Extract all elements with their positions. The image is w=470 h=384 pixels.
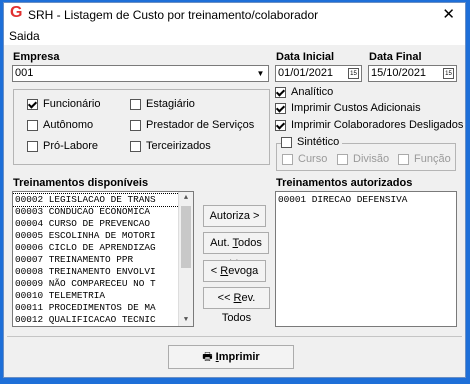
checkbox-colaboradores-desligados[interactable]: Imprimir Colaboradores Desligados [275,119,463,131]
calendar-icon[interactable]: 15 [443,68,454,79]
checkbox-label: Sintético [297,136,340,148]
menu-item-saida[interactable]: Saida [9,29,40,43]
close-icon[interactable]: ✕ [442,5,455,23]
checkbox-box[interactable] [275,86,286,98]
empresa-label: Empresa [13,51,60,63]
list-item[interactable]: 00001 DIRECAO DEFENSIVA [276,194,456,206]
menu-bar: Saida [4,27,465,45]
checkbox-curso[interactable]: Curso [282,153,327,165]
scroll-up-icon[interactable]: ▲ [179,192,193,204]
calendar-icon[interactable]: 15 [348,68,359,79]
checkbox-analitico[interactable]: Analítico [275,86,333,98]
data-final-field[interactable]: 15/10/2021 15 [368,65,457,82]
rev-todos-text-accel: R [233,292,242,304]
checkbox-box[interactable] [275,119,286,131]
disponiveis-label: Treinamentos disponíveis [13,177,149,189]
data-inicial-label: Data Inicial [276,51,335,63]
scroll-down-icon[interactable]: ▼ [179,314,193,326]
checkbox-box[interactable] [130,119,141,131]
checkbox-box[interactable] [282,153,293,165]
checkbox-box[interactable] [130,140,141,152]
checkbox-label: Imprimir Custos Adicionais [291,102,421,114]
list-item[interactable]: 00005 ESCOLINHA DE MOTORI [13,230,179,242]
revoga-button[interactable]: < Revoga [203,260,266,282]
empresa-combo[interactable]: 001 ▼ [12,65,269,82]
disponiveis-list[interactable]: 00002 LEGISLACAO DE TRANS 00003 CONDUCAO … [12,191,194,327]
checkbox-autonomo[interactable]: Autônomo [27,119,93,131]
chevron-down-icon[interactable]: ▼ [254,67,267,80]
imprimir-button[interactable]: 🖶 Imprimir [168,345,294,369]
list-item[interactable]: 00003 CONDUCAO ECONOMICA [13,206,179,218]
checkbox-label: Terceirizados [146,140,211,152]
rev-todos-text-pre: << [217,292,234,304]
checkbox-label: Pró-Labore [43,140,99,152]
disponiveis-scrollbar[interactable]: ▲ ▼ [178,192,193,326]
imprimir-text-post: mprimir [218,351,260,363]
printer-icon: 🖶 [202,351,213,363]
checkbox-box[interactable] [27,98,38,110]
empresa-value: 001 [15,67,34,79]
checkbox-label: Funcionário [43,98,101,110]
checkbox-label: Prestador de Serviços [146,119,255,131]
checkbox-box[interactable] [27,119,38,131]
dialog-window: G SRH - Listagem de Custo por treinament… [3,2,466,378]
checkbox-funcao[interactable]: Função [398,153,451,165]
checkbox-box[interactable] [130,98,141,110]
list-item[interactable]: 00008 TREINAMENTO ENVOLVI [13,266,179,278]
list-item[interactable]: 00002 LEGISLACAO DE TRANS [13,193,180,207]
autoriza-button-label: Autoriza > [209,210,260,222]
list-item[interactable]: 00011 PROCEDIMENTOS DE MA [13,302,179,314]
list-item[interactable]: 00010 TELEMETRIA [13,290,179,302]
revoga-text-pre: < [210,265,221,277]
checkbox-label: Curso [298,153,328,165]
autorizados-list[interactable]: 00001 DIRECAO DEFENSIVA [275,191,457,327]
checkbox-box[interactable] [281,136,292,148]
data-final-value: 15/10/2021 [371,67,427,79]
list-item[interactable]: 00006 CICLO DE APRENDIZAG [13,242,179,254]
app-logo-icon: G [10,4,24,21]
checkbox-sintetico[interactable]: Sintético [281,136,343,148]
checkbox-label: Função [414,153,451,165]
data-inicial-field[interactable]: 01/01/2021 15 [275,65,362,82]
checkbox-label: Analítico [291,86,334,98]
data-inicial-value: 01/01/2021 [278,67,334,79]
scroll-thumb[interactable] [181,206,191,268]
checkbox-box[interactable] [275,102,286,114]
aut-todos-text-pre: Aut. [210,237,233,249]
app-logo-letter: G [10,4,23,21]
list-item[interactable]: 00009 NÃO COMPARECEU NO T [13,278,179,290]
title-bar: G SRH - Listagem de Custo por treinament… [4,3,465,27]
list-item[interactable]: 00004 CURSO DE PREVENCAO [13,218,179,230]
checkbox-divisao[interactable]: Divisão [337,153,389,165]
autoriza-todos-button[interactable]: Aut. Todos >> [203,232,269,269]
checkbox-terceirizados[interactable]: Terceirizados [130,140,211,152]
revoga-text-post: evoga [228,265,259,277]
checkbox-pro-labore[interactable]: Pró-Labore [27,140,98,152]
checkbox-box[interactable] [337,153,348,165]
checkbox-label: Estagiário [146,98,195,110]
revoga-todos-button[interactable]: << Rev. Todos [203,287,270,324]
checkbox-custos-adicionais[interactable]: Imprimir Custos Adicionais [275,102,421,114]
autoriza-button[interactable]: Autoriza > [203,205,266,227]
checkbox-funcionario[interactable]: Funcionário [27,98,100,110]
checkbox-prestador[interactable]: Prestador de Serviços [130,119,254,131]
checkbox-label: Autônomo [43,119,94,131]
list-item[interactable]: 00012 QUALIFICACAO TECNIC [13,314,179,326]
checkbox-label: Divisão [353,153,390,165]
list-item[interactable]: 00007 TREINAMENTO PPR [13,254,179,266]
footer-separator [7,336,462,337]
checkbox-box[interactable] [398,153,409,165]
checkbox-label: Imprimir Colaboradores Desligados [291,119,464,131]
checkbox-estagiario[interactable]: Estagiário [130,98,195,110]
checkbox-box[interactable] [27,140,38,152]
window-title: SRH - Listagem de Custo por treinamento/… [28,8,319,22]
autorizados-label: Treinamentos autorizados [276,177,413,189]
data-final-label: Data Final [369,51,422,63]
